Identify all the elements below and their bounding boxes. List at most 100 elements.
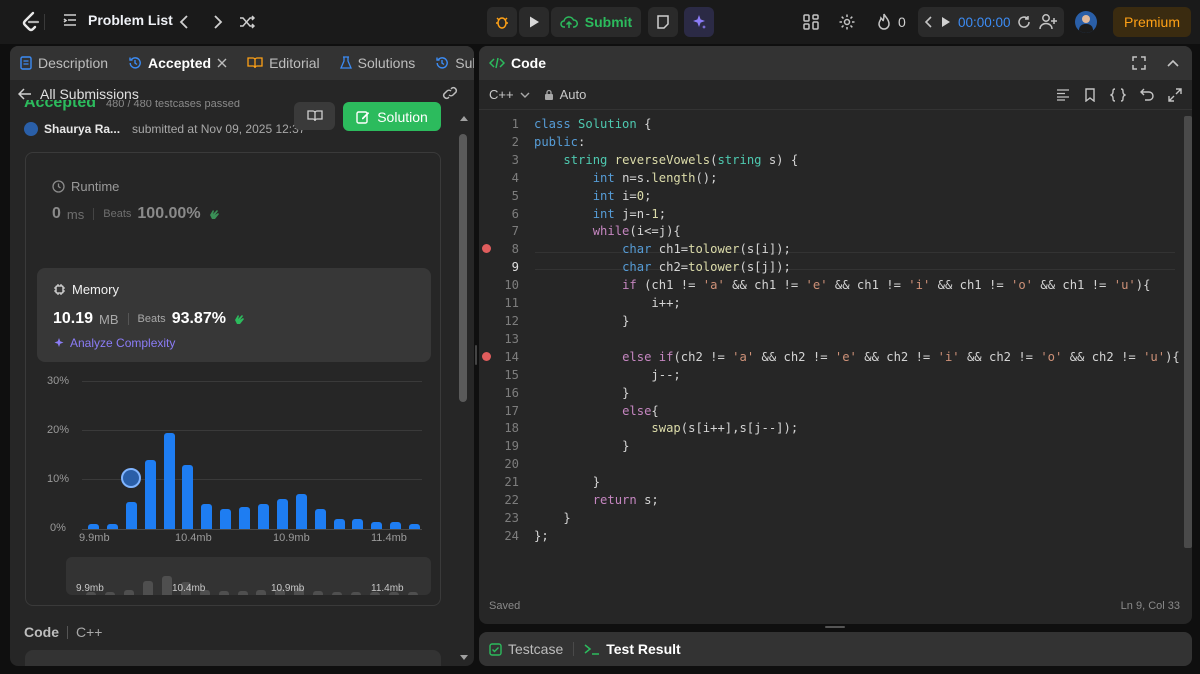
save-status: Saved [489,600,521,612]
editor-scrollbar[interactable] [1182,116,1192,548]
timer-value: 00:00:00 [958,14,1011,30]
chart-bar[interactable] [201,504,213,529]
timer-play-icon[interactable] [940,16,952,28]
vertical-splitter-handle[interactable] [475,345,477,365]
leetcode-logo[interactable] [20,11,42,36]
minimap-xtick: 11.4mb [371,583,404,594]
chart-bar[interactable] [409,524,421,529]
chart-bar[interactable] [87,524,99,529]
tab-submissions[interactable]: Submi [425,46,474,80]
ytick-20: 20% [47,424,70,436]
submitted-time: submitted at Nov 09, 2025 12:37 [132,122,306,136]
collapse-icon[interactable] [1166,58,1180,68]
book-icon [247,57,263,69]
shuffle-icon[interactable] [238,13,256,31]
braces-icon[interactable] [1110,87,1126,102]
memory-card[interactable]: Memory 10.19 MB Beats 93.87% Analyze Com… [37,268,431,362]
chart-bar[interactable] [257,504,269,529]
streak-counter[interactable]: 0 [876,13,906,31]
submission-status-header: Accepted 480 / 480 testcases passed [24,100,284,116]
memory-distribution-chart: 30% 20% 10% 0% 9.9mb 10.4mb 10.9mb 11.4m… [26,371,442,544]
code-content[interactable]: class Solution { public: string reverseV… [534,116,1180,546]
submitter-name[interactable]: Shaurya Ra... [44,122,120,136]
premium-button[interactable]: Premium [1113,7,1191,37]
view-notes-button[interactable] [294,102,335,130]
chart-bar[interactable] [182,464,194,529]
language-select[interactable]: C++ [489,87,530,102]
chart-bar[interactable] [295,494,307,529]
minimap-bar [332,592,342,595]
debug-button[interactable] [487,7,517,37]
line-number: 15 [504,367,519,382]
auto-mode[interactable]: Auto [544,87,586,102]
minimap-bar [218,591,229,595]
xtick-label: 11.4mb [371,532,407,544]
tab-description[interactable]: Description [10,46,118,80]
run-button[interactable] [519,7,549,37]
minimap-xtick: 10.9mb [271,583,305,594]
bug-icon [494,14,510,30]
chart-bar[interactable] [144,459,156,529]
add-friend-icon[interactable] [1038,13,1058,31]
chevron-left-icon[interactable] [924,15,934,29]
minimap-xtick: 10.4mb [172,583,206,594]
chart-bar[interactable] [314,509,326,529]
layout-icon[interactable] [802,13,820,31]
tab-test-result[interactable]: Test Result [584,641,681,657]
memory-beats-value: 93.87% [171,310,226,327]
chart-bar[interactable] [106,524,118,529]
tab-testcase[interactable]: Testcase [489,641,563,657]
notes-button[interactable] [648,7,678,37]
stats-card: Runtime 0 ms Beats 100.00% Memory 10.19 … [25,152,441,606]
next-problem-icon[interactable] [208,13,226,31]
user-avatar[interactable] [1075,11,1097,33]
chart-bar[interactable] [125,501,137,529]
close-tab-icon[interactable] [217,58,227,68]
post-solution-button[interactable]: Solution [343,102,441,131]
bookmark-icon[interactable] [1084,87,1096,102]
tab-code[interactable]: Code [479,46,556,80]
analyze-complexity-link[interactable]: Analyze Complexity [53,336,175,350]
premium-label: Premium [1123,14,1180,30]
format-icon[interactable] [1056,88,1070,101]
runtime-stats[interactable]: 0 ms Beats 100.00% [52,205,221,223]
play-icon [527,15,541,29]
chip-icon [53,283,66,296]
test-panel: Testcase Test Result [479,632,1192,666]
prev-problem-icon[interactable] [176,13,194,31]
analyze-complexity-label: Analyze Complexity [70,336,176,350]
line-number: 24 [504,528,519,543]
distribution-minimap[interactable]: 9.9mb 10.4mb 10.9mb 11.4mb [66,557,431,595]
link-icon[interactable] [442,86,458,100]
fullscreen-icon[interactable] [1132,56,1146,70]
minimap-bar [124,589,135,595]
reset-icon[interactable] [1017,15,1031,29]
chart-bar[interactable] [390,521,402,529]
expand-icon[interactable] [1168,87,1182,102]
ytick-0: 0% [50,522,66,534]
tab-editorial[interactable]: Editorial [237,46,330,80]
ai-assist-button[interactable] [684,7,714,37]
chart-bar[interactable] [220,509,232,529]
left-scrollbar[interactable] [458,116,468,664]
line-number: 13 [504,331,519,346]
chart-bar[interactable] [371,521,383,529]
line-number: 7 [511,224,519,239]
tab-solutions[interactable]: Solutions [330,46,426,80]
settings-gear-icon[interactable] [838,13,856,31]
chart-bar[interactable] [352,519,364,529]
problem-list-link[interactable]: Problem List [62,12,173,28]
ytick-10: 10% [47,473,70,485]
chart-bar[interactable] [163,432,175,529]
chart-bar[interactable] [239,506,251,529]
submit-button[interactable]: Submit [551,7,641,37]
tab-accepted[interactable]: Accepted [118,46,237,80]
chart-bar[interactable] [276,499,288,529]
line-number: 2 [511,134,519,149]
chart-bar[interactable] [333,519,345,529]
line-number: 20 [504,457,519,472]
horizontal-splitter-handle[interactable] [825,626,845,628]
undo-icon[interactable] [1140,88,1154,102]
line-number: 8 [511,242,519,257]
clap-icon [232,312,246,326]
